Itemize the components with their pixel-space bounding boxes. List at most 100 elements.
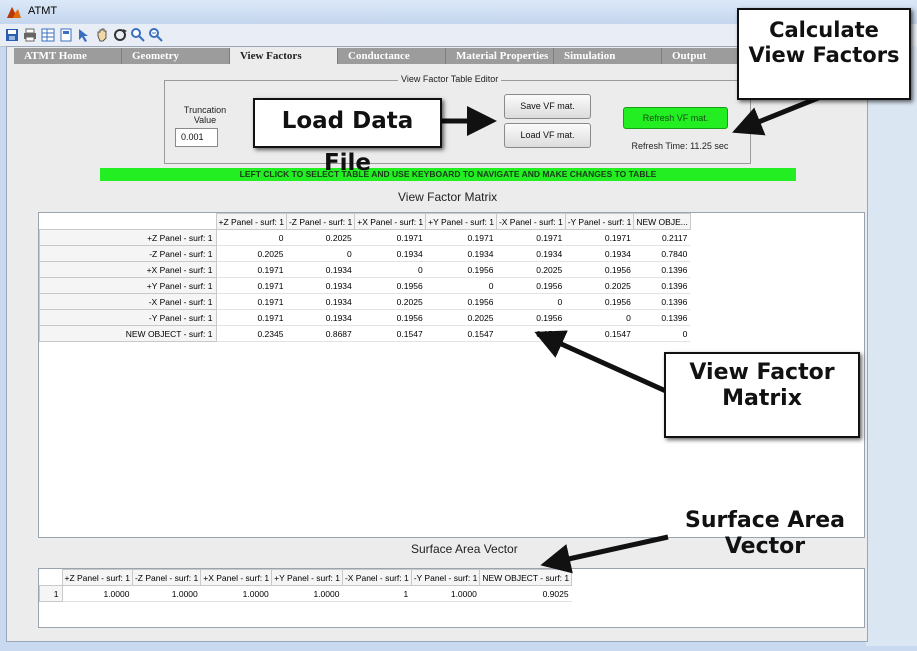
vf-row-header[interactable]: NEW OBJECT - surf: 1	[39, 325, 217, 342]
sa-column-header[interactable]: +Y Panel - surf: 1	[271, 569, 343, 586]
pointer-icon[interactable]	[76, 27, 92, 43]
sa-cell[interactable]: 1.0000	[62, 585, 133, 602]
tab-atmt-home[interactable]: ATMT Home	[14, 48, 122, 64]
vf-cell[interactable]: 0	[286, 245, 355, 262]
vf-cell[interactable]: 0.1934	[354, 245, 426, 262]
vf-column-header[interactable]: +X Panel - surf: 1	[354, 213, 427, 230]
vf-row-header[interactable]: -X Panel - surf: 1	[39, 293, 217, 310]
pan-icon[interactable]	[94, 27, 110, 43]
sa-cell[interactable]: 1	[342, 585, 412, 602]
vf-cell[interactable]: 0.1934	[496, 245, 566, 262]
load-vf-button[interactable]: Load VF mat.	[504, 123, 591, 148]
vf-cell[interactable]: 0.1956	[354, 309, 426, 326]
vf-cell[interactable]: 0.1934	[286, 293, 355, 310]
vf-cell[interactable]: 0.1956	[565, 261, 634, 278]
tab-geometry[interactable]: Geometry	[122, 48, 230, 64]
sa-column-header[interactable]: -Z Panel - surf: 1	[131, 569, 202, 586]
vf-cell[interactable]: 0.1956	[496, 277, 566, 294]
vf-row-header[interactable]: -Y Panel - surf: 1	[39, 309, 217, 326]
sa-cell[interactable]: 1.0000	[200, 585, 272, 602]
vf-cell[interactable]: 0.1971	[354, 229, 426, 246]
rotate-icon[interactable]	[112, 27, 128, 43]
sa-grid[interactable]: +Z Panel - surf: 1 -Z Panel - surf: 1 +X P…	[39, 569, 573, 602]
vf-cell[interactable]: 0.2025	[286, 229, 355, 246]
truncation-value-input[interactable]: 0.001	[175, 128, 218, 147]
vf-cell[interactable]: 0.8687	[286, 325, 355, 342]
tab-material-properties[interactable]: Material Properties	[446, 48, 554, 64]
vf-cell[interactable]: 0.1956	[354, 277, 426, 294]
vf-grid[interactable]: +Z Panel - surf: 1 -Z Panel - surf: 1 +X P…	[39, 213, 691, 342]
vf-cell[interactable]: 0.2117	[633, 229, 691, 246]
vf-cell[interactable]: 0.1956	[425, 293, 497, 310]
vf-cell[interactable]: 0.1396	[633, 309, 691, 326]
vf-cell[interactable]: 0.1956	[496, 309, 566, 326]
doc-icon[interactable]	[58, 27, 74, 43]
vf-cell[interactable]: 0.1956	[565, 293, 634, 310]
vf-cell[interactable]: 0.2025	[425, 309, 497, 326]
sa-column-header[interactable]: -Y Panel - surf: 1	[410, 569, 481, 586]
vf-cell[interactable]: 0.1971	[425, 229, 497, 246]
vf-column-header[interactable]: +Z Panel - surf: 1	[215, 213, 287, 230]
vf-column-header[interactable]: NEW OBJE...	[633, 213, 691, 230]
vf-cell[interactable]: 0.2345	[216, 325, 287, 342]
vf-cell[interactable]: 0.1547	[496, 325, 566, 342]
vf-cell[interactable]: 0.1396	[633, 261, 691, 278]
vf-cell[interactable]: 0.2025	[565, 277, 634, 294]
vf-cell[interactable]: 0.1971	[216, 277, 287, 294]
vf-cell[interactable]: 0.1547	[354, 325, 426, 342]
tab-simulation[interactable]: Simulation	[554, 48, 662, 64]
vf-column-header[interactable]: -Y Panel - surf: 1	[564, 213, 635, 230]
sa-column-header[interactable]: +X Panel - surf: 1	[200, 569, 273, 586]
vf-cell[interactable]: 0.1396	[633, 293, 691, 310]
sa-column-header[interactable]: NEW OBJECT - surf: 1	[479, 569, 573, 586]
vf-cell[interactable]: 0.1956	[425, 261, 497, 278]
vf-column-header[interactable]: -X Panel - surf: 1	[495, 213, 566, 230]
print-icon[interactable]	[22, 27, 38, 43]
vf-cell[interactable]: 0.1547	[565, 325, 634, 342]
vf-cell[interactable]: 0.1934	[565, 245, 634, 262]
tab-view-factors[interactable]: View Factors	[230, 48, 338, 64]
vf-cell[interactable]: 0.1396	[633, 277, 691, 294]
save-vf-button[interactable]: Save VF mat.	[504, 94, 591, 119]
vf-column-header[interactable]: -Z Panel - surf: 1	[285, 213, 356, 230]
vf-column-header[interactable]: +Y Panel - surf: 1	[425, 213, 497, 230]
vf-cell[interactable]: 0.1934	[286, 261, 355, 278]
save-icon[interactable]	[4, 27, 20, 43]
refresh-vf-button[interactable]: Refresh VF mat.	[623, 107, 728, 129]
vf-row-header[interactable]: +Z Panel - surf: 1	[39, 229, 217, 246]
vf-cell[interactable]: 0.7840	[633, 245, 691, 262]
vf-row-header[interactable]: +Y Panel - surf: 1	[39, 277, 217, 294]
vf-cell[interactable]: 0.1547	[425, 325, 497, 342]
vf-cell[interactable]: 0	[633, 325, 691, 342]
vf-cell[interactable]: 0.1971	[216, 309, 287, 326]
sa-cell[interactable]: 1.0000	[271, 585, 343, 602]
tab-conductance[interactable]: Conductance	[338, 48, 446, 64]
vf-cell[interactable]: 0.2025	[354, 293, 426, 310]
vf-cell[interactable]: 0	[565, 309, 634, 326]
sa-cell[interactable]: 0.9025	[479, 585, 572, 602]
vf-cell[interactable]: 0.1934	[286, 309, 355, 326]
callout-calc-line2: View Factors	[748, 43, 900, 68]
vf-cell[interactable]: 0.1934	[286, 277, 355, 294]
zoom-in-icon[interactable]	[130, 27, 146, 43]
vf-cell[interactable]: 0.1971	[216, 293, 287, 310]
data-icon[interactable]	[40, 27, 56, 43]
sa-column-header[interactable]: -X Panel - surf: 1	[341, 569, 412, 586]
vf-cell[interactable]: 0	[354, 261, 426, 278]
vf-cell[interactable]: 0	[425, 277, 497, 294]
zoom-out-icon[interactable]	[148, 27, 164, 43]
vf-cell[interactable]: 0.1971	[565, 229, 634, 246]
sa-cell[interactable]: 1.0000	[132, 585, 201, 602]
sa-row-header[interactable]: 1	[39, 585, 63, 602]
vf-cell[interactable]: 0.1971	[216, 261, 287, 278]
vf-cell[interactable]: 0.1934	[425, 245, 497, 262]
vf-cell[interactable]: 0	[216, 229, 287, 246]
vf-cell[interactable]: 0	[496, 293, 566, 310]
sa-cell[interactable]: 1.0000	[411, 585, 480, 602]
vf-row-header[interactable]: -Z Panel - surf: 1	[39, 245, 217, 262]
sa-column-header[interactable]: +Z Panel - surf: 1	[61, 569, 133, 586]
vf-cell[interactable]: 0.2025	[216, 245, 287, 262]
vf-row-header[interactable]: +X Panel - surf: 1	[39, 261, 217, 278]
vf-cell[interactable]: 0.2025	[496, 261, 566, 278]
vf-cell[interactable]: 0.1971	[496, 229, 566, 246]
